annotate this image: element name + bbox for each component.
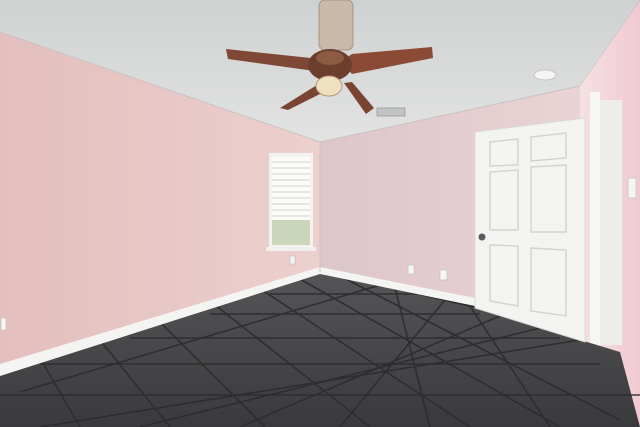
door-handle[interactable]	[478, 233, 486, 241]
ceiling-vent	[376, 107, 406, 117]
wall-outlet	[407, 264, 415, 275]
interior-door[interactable]	[474, 117, 586, 343]
light-switch[interactable]	[627, 177, 637, 199]
door-frame-right	[590, 92, 600, 347]
wall-outlet	[0, 317, 7, 331]
window-with-blinds	[266, 153, 316, 251]
smoke-detector	[533, 69, 557, 81]
room-photo	[0, 0, 640, 427]
fan-light	[315, 75, 343, 97]
wall-outlet	[289, 255, 296, 265]
wall-outlet	[439, 269, 448, 281]
closet-opening	[600, 100, 622, 345]
